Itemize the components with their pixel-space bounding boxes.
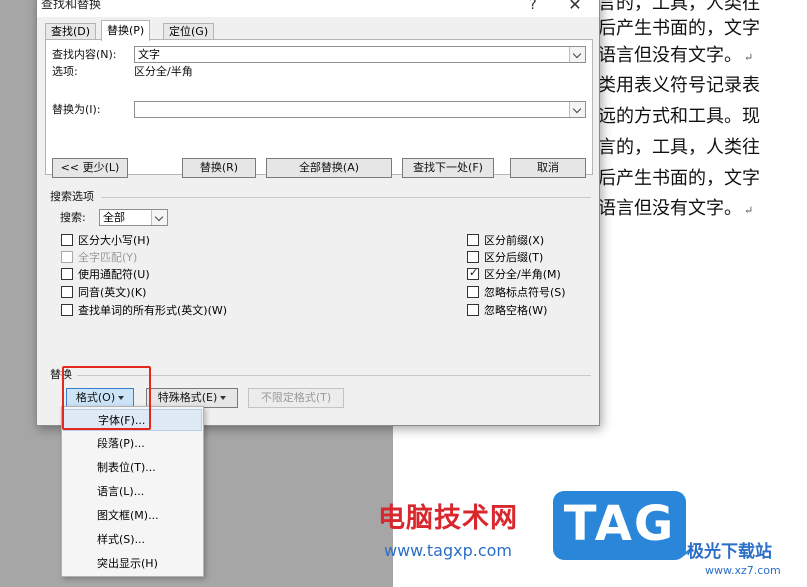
menu-item-tabs[interactable]: 制表位(T)...: [63, 457, 202, 479]
checkbox-box[interactable]: [61, 234, 73, 246]
search-direction-select[interactable]: 全部: [99, 209, 168, 226]
menu-item-style[interactable]: 样式(S)...: [63, 529, 202, 551]
checkbox-label: 区分前缀(X): [484, 234, 545, 247]
chevron-down-icon[interactable]: [151, 210, 167, 225]
find-replace-dialog: 查找和替换 ? ✕ 查找(D) 替换(P) 定位(G) 查找内容(N): 文字 …: [36, 0, 600, 426]
menu-item-language[interactable]: 语言(L)...: [63, 481, 202, 503]
menu-item-label: 图文框(M)...: [97, 509, 159, 522]
menu-item-label: 样式(S)...: [97, 533, 146, 546]
dialog-title: 查找和替换: [41, 0, 102, 11]
cancel-button[interactable]: 取消: [510, 158, 586, 178]
checkbox-box[interactable]: [61, 251, 73, 263]
tab-goto[interactable]: 定位(G): [163, 23, 215, 40]
menu-item-label: 制表位(T)...: [97, 461, 156, 474]
options-value: 区分全/半角: [134, 65, 193, 78]
help-icon[interactable]: ?: [523, 0, 543, 14]
doc-line: 远的方式和工具。现: [598, 106, 760, 127]
checkbox-box[interactable]: [467, 234, 479, 246]
format-menu: 字体(F)... 段落(P)... 制表位(T)... 语言(L)... 图文框…: [61, 406, 204, 577]
special-format-button[interactable]: 特殊格式(E): [146, 388, 238, 408]
paragraph-mark-icon: ↵: [744, 204, 754, 217]
caret-down-icon: [220, 396, 227, 400]
chevron-down-icon[interactable]: [569, 102, 585, 117]
watermark-site-name: 电脑技术网: [378, 503, 518, 534]
options-label: 选项:: [52, 65, 78, 78]
checkbox-box[interactable]: [467, 286, 479, 298]
menu-item-frame[interactable]: 图文框(M)...: [63, 505, 202, 527]
checkbox-label: 查找单词的所有形式(英文)(W): [78, 304, 228, 317]
menu-item-paragraph[interactable]: 段落(P)...: [63, 433, 202, 455]
replace-button[interactable]: 替换(R): [182, 158, 256, 178]
dialog-title-bar[interactable]: 查找和替换 ? ✕: [37, 0, 599, 17]
checkbox-label: 区分全/半角(M): [484, 268, 561, 281]
find-input-value: 文字: [138, 48, 160, 61]
checkbox-box[interactable]: [467, 251, 479, 263]
watermark-site-url: www.tagxp.com: [384, 541, 512, 560]
menu-item-label: 段落(P)...: [97, 437, 145, 450]
chevron-down-icon[interactable]: [569, 47, 585, 62]
watermark-brand2-url: www.xz7.com: [705, 564, 781, 577]
watermark-logo-text: TAG: [563, 496, 676, 552]
menu-item-label: 语言(L)...: [97, 485, 145, 498]
replace-input[interactable]: [134, 101, 586, 118]
checkbox-box[interactable]: [61, 268, 73, 280]
search-options-title: 搜索选项: [50, 190, 94, 203]
close-icon[interactable]: ✕: [565, 0, 585, 14]
tab-replace[interactable]: 替换(P): [101, 20, 151, 41]
less-button[interactable]: << 更少(L): [52, 158, 128, 178]
doc-line: 类用表义符号记录表: [598, 75, 760, 96]
doc-line: 语言但没有文字。 ↵: [598, 45, 754, 66]
replace-all-button[interactable]: 全部替换(A): [266, 158, 392, 178]
find-input[interactable]: 文字: [134, 46, 586, 63]
tab-find[interactable]: 查找(D): [45, 23, 97, 40]
divider: [101, 197, 591, 198]
search-direction-value: 全部: [103, 211, 125, 224]
checkbox-label: 区分大小写(H): [78, 234, 150, 247]
highlight-annotation-box: [62, 366, 151, 430]
checkbox-label: 使用通配符(U): [78, 268, 150, 281]
checkbox-box[interactable]: [467, 266, 479, 280]
checkbox-label: 同音(英文)(K): [78, 286, 147, 299]
doc-line: 后产生书面的，文字: [598, 168, 760, 189]
search-label: 搜索:: [60, 211, 86, 224]
watermark-brand2: 极光下载站: [687, 542, 772, 562]
divider: [77, 375, 591, 376]
paragraph-mark-icon: ↵: [744, 51, 754, 64]
doc-line: 言的，工具，人类往: [598, 137, 760, 158]
checkbox-label: 区分后缀(T): [484, 251, 544, 264]
checkbox-label: 忽略标点符号(S): [484, 286, 566, 299]
replace-tab-panel: 查找内容(N): 文字 选项: 区分全/半角 替换为(I): << 更少(L) …: [45, 39, 593, 178]
checkbox-label: 忽略空格(W): [484, 304, 548, 317]
special-format-label: 特殊格式(E): [157, 391, 218, 404]
menu-item-highlight[interactable]: 突出显示(H): [63, 553, 202, 575]
checkbox-label: 全字匹配(Y): [78, 251, 138, 264]
no-formatting-button[interactable]: 不限定格式(T): [248, 388, 344, 408]
doc-line: 语言但没有文字。 ↵: [598, 198, 754, 219]
find-next-button[interactable]: 查找下一处(F): [402, 158, 494, 178]
watermark-tag-logo: TAG: [553, 491, 686, 560]
menu-item-label: 突出显示(H): [97, 557, 158, 570]
replace-label: 替换为(I):: [52, 103, 101, 116]
find-label: 查找内容(N):: [52, 48, 117, 61]
checkbox-box[interactable]: [61, 286, 73, 298]
checkbox-box[interactable]: [61, 304, 73, 316]
checkbox-box[interactable]: [467, 304, 479, 316]
